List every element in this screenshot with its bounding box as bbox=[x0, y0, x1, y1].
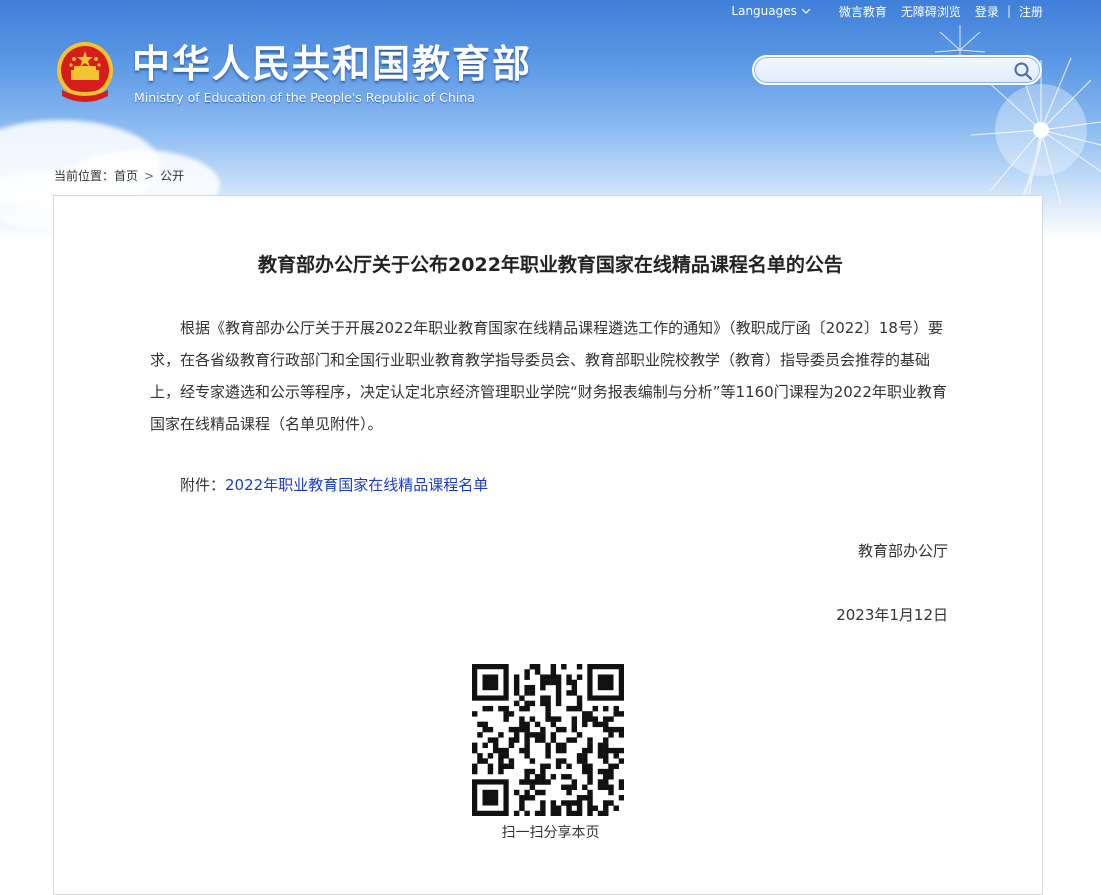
issue-date: 2023年1月12日 bbox=[836, 606, 948, 624]
article-body: 根据《教育部办公厅关于开展2022年职业教育国家在线精品课程遴选工作的通知》（教… bbox=[150, 319, 947, 433]
attachment-link[interactable]: 2022年职业教育国家在线精品课程名单 bbox=[225, 476, 488, 494]
weiyan-link[interactable]: 微言教育 bbox=[839, 3, 887, 20]
breadcrumb-current[interactable]: 公开 bbox=[160, 167, 184, 184]
accessibility-link[interactable]: 无障碍浏览 bbox=[901, 3, 961, 20]
search-box bbox=[752, 55, 1042, 85]
top-bar: Languages 微言教育 无障碍浏览 登录 | 注册 bbox=[731, 2, 1043, 20]
national-emblem-logo[interactable] bbox=[54, 40, 116, 106]
issuer-signature: 教育部办公厅 bbox=[857, 542, 948, 560]
qr-code bbox=[472, 664, 624, 816]
divider: | bbox=[1006, 4, 1011, 18]
search-icon[interactable] bbox=[1013, 61, 1033, 81]
chevron-down-icon bbox=[801, 8, 811, 14]
languages-dropdown[interactable]: Languages bbox=[731, 4, 811, 18]
article-title: 教育部办公厅关于公布2022年职业教育国家在线精品课程名单的公告 bbox=[258, 254, 843, 276]
chevron-right-icon: > bbox=[144, 168, 155, 183]
register-link[interactable]: 注册 bbox=[1019, 3, 1043, 20]
attachment: 附件：2022年职业教育国家在线精品课程名单 bbox=[180, 474, 488, 495]
login-link[interactable]: 登录 bbox=[975, 3, 999, 20]
languages-label: Languages bbox=[731, 4, 797, 18]
breadcrumb: 当前位置： 首页 > 公开 bbox=[54, 167, 184, 184]
site-subtitle: Ministry of Education of the People's Re… bbox=[134, 90, 475, 105]
breadcrumb-home[interactable]: 首页 bbox=[114, 167, 138, 184]
search-input[interactable] bbox=[766, 61, 1010, 81]
qr-caption: 扫一扫分享本页 bbox=[501, 825, 600, 841]
site-title: 中华人民共和国教育部 bbox=[132, 42, 533, 86]
attachment-label: 附件： bbox=[180, 476, 226, 494]
breadcrumb-prefix: 当前位置： bbox=[54, 169, 115, 183]
